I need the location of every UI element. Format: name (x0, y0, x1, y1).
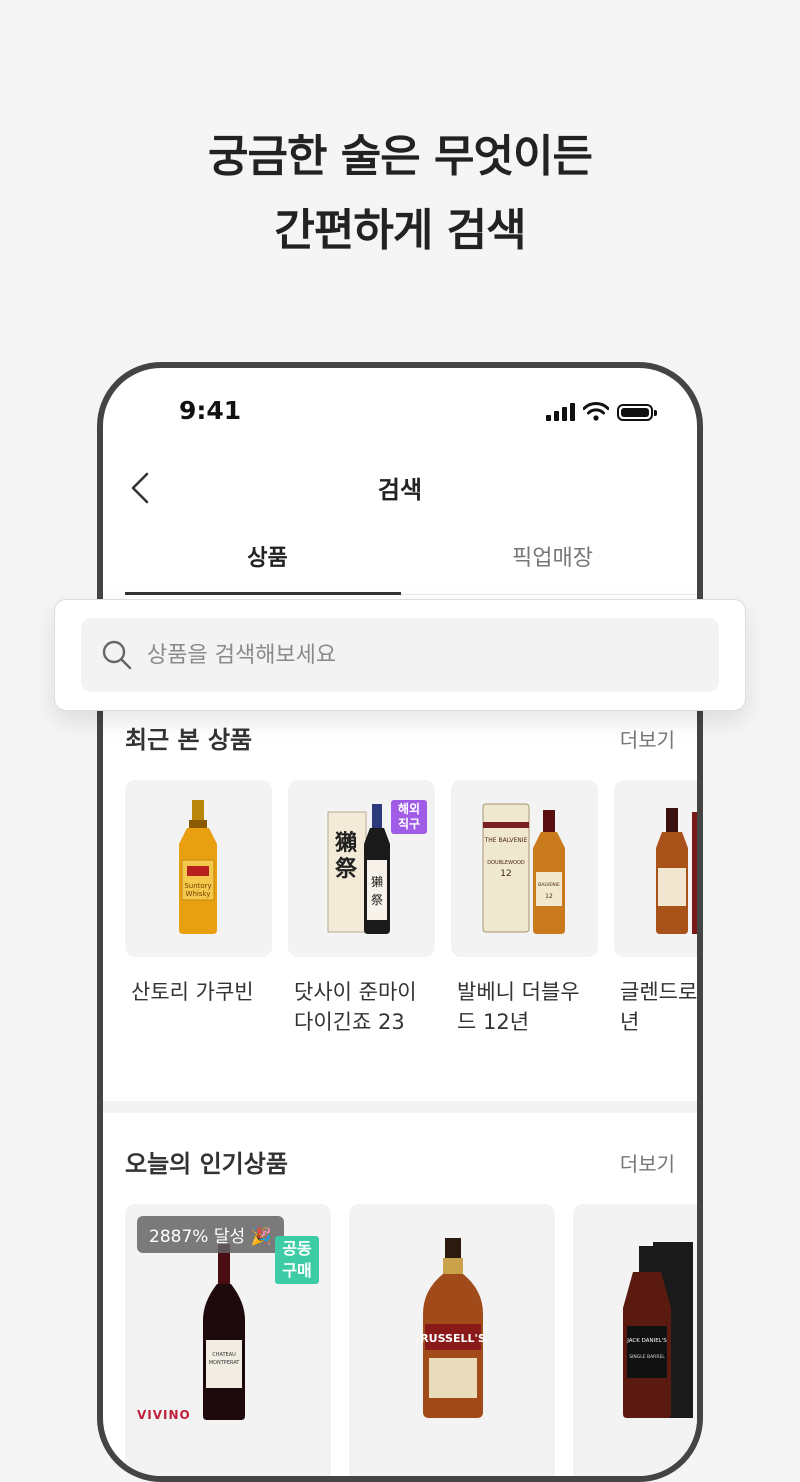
status-time: 9:41 (179, 396, 242, 425)
svg-text:獺: 獺 (371, 874, 383, 889)
product-image: THE BALVENIE DOUBLEWOOD 12 BALVENIE 12 (451, 780, 598, 957)
status-bar: 9:41 (103, 368, 697, 458)
tab-products[interactable]: 상품 (125, 540, 410, 572)
wifi-icon (583, 402, 609, 421)
svg-text:Whisky: Whisky (186, 890, 211, 898)
svg-text:Suntory: Suntory (184, 882, 211, 890)
svg-text:MONTPERAT: MONTPERAT (209, 1360, 241, 1366)
search-panel (54, 599, 746, 711)
recent-product-card[interactable]: Suntory Whisky 산토리 가쿠빈 (125, 780, 272, 1007)
svg-text:祭: 祭 (334, 856, 358, 882)
svg-text:SINGLE BARREL: SINGLE BARREL (629, 1354, 665, 1360)
recent-section-title: 최근 본 상품 (125, 726, 253, 754)
recent-more-link[interactable]: 더보기 (620, 724, 675, 753)
popular-more-link[interactable]: 더보기 (620, 1148, 675, 1177)
phone-frame: 9:41 검색 상품 픽업매장 최근 본 상품 더보기 Suntory Whis… (97, 362, 703, 1482)
signal-icon (546, 403, 575, 421)
popular-product-card[interactable]: JACK DANIEL'S SINGLE BARREL (573, 1204, 697, 1476)
product-image (614, 780, 697, 957)
svg-text:獺: 獺 (335, 830, 357, 856)
recent-product-card[interactable]: THE BALVENIE DOUBLEWOOD 12 BALVENIE 12 발… (451, 780, 598, 1037)
product-image: 獺 祭 獺 祭 해외 직구 (288, 780, 435, 957)
group-buy-badge: 공동 구매 (275, 1236, 319, 1284)
search-box[interactable] (81, 618, 719, 692)
recent-product-name: 닷사이 준마이 다이긴죠 23 (294, 980, 417, 1034)
recent-product-card[interactable]: 글렌드로낙 12년 (614, 780, 698, 1037)
headline-line-2: 간편하게 검색 (274, 205, 526, 256)
popular-section-title: 오늘의 인기상품 (125, 1150, 288, 1178)
tab-bar: 상품 픽업매장 (125, 528, 695, 595)
top-navigation: 검색 (103, 458, 697, 518)
svg-text:CHATEAU: CHATEAU (212, 1352, 236, 1358)
bottle-label-text: JACK DANIEL'S (626, 1338, 667, 1344)
product-image: Suntory Whisky (125, 780, 272, 957)
battery-icon (617, 404, 657, 421)
vivino-logo: VIVINO (137, 1408, 191, 1422)
section-divider (103, 1101, 697, 1113)
svg-text:THE BALVENIE: THE BALVENIE (484, 837, 528, 844)
search-input[interactable] (147, 618, 687, 692)
svg-text:DOUBLEWOOD: DOUBLEWOOD (487, 860, 525, 866)
bottle-label-text: RUSSELL'S (420, 1332, 486, 1345)
svg-text:BALVENIE: BALVENIE (538, 882, 560, 888)
headline-line-1: 궁금한 술은 무엇이든 (208, 131, 593, 182)
headline: 궁금한 술은 무엇이든 간편하게 검색 (0, 120, 800, 268)
popular-product-card[interactable]: CHATEAU MONTPERAT 2887% 달성 🎉 공동 구매 VIVIN… (125, 1204, 331, 1476)
search-icon (102, 640, 132, 670)
recent-product-card[interactable]: 獺 祭 獺 祭 해외 직구 닷사이 준마이 다이긴죠 23 (288, 780, 435, 1037)
active-tab-indicator (125, 592, 401, 595)
recent-product-name: 발베니 더블우드 12년 (457, 980, 580, 1034)
page-title: 검색 (377, 476, 423, 504)
popular-product-card[interactable]: RUSSELL'S (349, 1204, 555, 1476)
svg-text:祭: 祭 (371, 893, 383, 907)
svg-text:12: 12 (500, 869, 511, 879)
recent-product-name: 글렌드로낙 12년 (620, 980, 698, 1034)
recent-products-list: Suntory Whisky 산토리 가쿠빈 獺 祭 獺 祭 해외 직구 닷사이… (125, 780, 698, 1080)
overseas-direct-badge: 해외 직구 (391, 800, 427, 834)
status-icons (546, 402, 657, 421)
tab-pickup-store[interactable]: 픽업매장 (410, 540, 695, 572)
recent-product-name: 산토리 가쿠빈 (131, 980, 254, 1004)
popular-products-list: CHATEAU MONTPERAT 2887% 달성 🎉 공동 구매 VIVIN… (125, 1204, 697, 1476)
funding-achievement-badge: 2887% 달성 🎉 (137, 1216, 284, 1253)
svg-text:12: 12 (545, 893, 553, 900)
